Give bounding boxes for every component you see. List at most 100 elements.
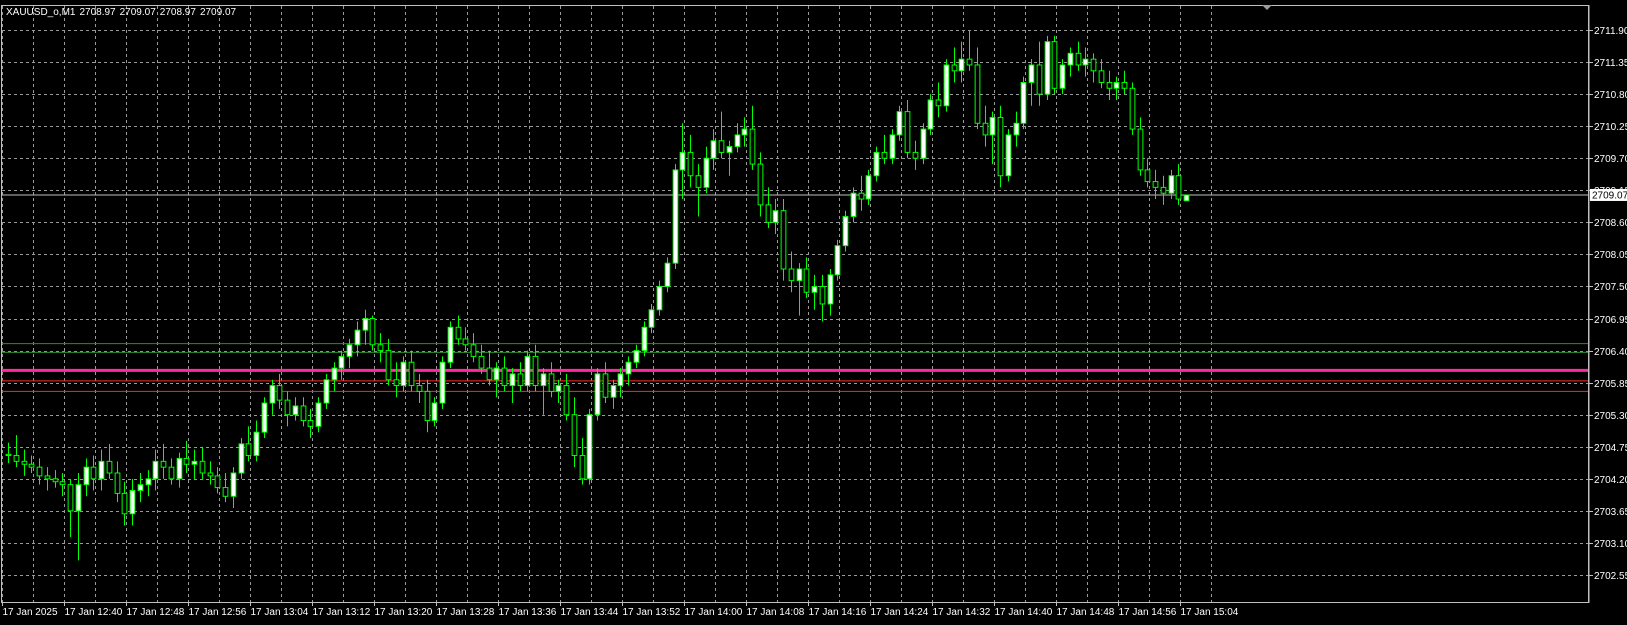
candle bbox=[1129, 82, 1136, 135]
candle-body-bull bbox=[625, 361, 632, 375]
candle-body-bear bbox=[765, 204, 772, 223]
candle-body-bear bbox=[858, 192, 865, 200]
candle-body-bear bbox=[982, 122, 989, 136]
candle-body-bull bbox=[586, 414, 593, 480]
chart-background bbox=[0, 0, 1627, 625]
candle-body-bull bbox=[524, 355, 531, 387]
candle-body-bear bbox=[912, 151, 919, 159]
candle-body-bear bbox=[183, 457, 190, 465]
price-tick-label: 2708.05 bbox=[1594, 250, 1627, 261]
candle-body-bear bbox=[803, 268, 810, 293]
candle-body-bear bbox=[199, 460, 206, 474]
candle bbox=[672, 164, 679, 269]
candle-body-bull bbox=[98, 460, 105, 480]
candle-body-bear bbox=[67, 484, 74, 512]
candle-body-bull bbox=[703, 157, 710, 188]
time-tick-label: 17 Jan 14:56 bbox=[1119, 607, 1177, 618]
time-tick-label: 17 Jan 14:00 bbox=[685, 607, 743, 618]
price-tick-label: 2705.30 bbox=[1594, 411, 1627, 422]
candle bbox=[1183, 194, 1190, 202]
candle-body-bull bbox=[726, 146, 733, 153]
candle-body-bull bbox=[1183, 194, 1190, 202]
candle-body-bear bbox=[1144, 169, 1151, 183]
candle-body-bull bbox=[323, 379, 330, 404]
current-price-marker: 2709.07 bbox=[1590, 188, 1627, 201]
candle-body-bull bbox=[958, 58, 965, 72]
time-tick-label: 17 Jan 13:28 bbox=[437, 607, 495, 618]
candle-body-bear bbox=[966, 58, 973, 66]
candle-body-bull bbox=[1005, 134, 1012, 177]
candle bbox=[1005, 129, 1012, 182]
candle-body-bear bbox=[695, 175, 702, 188]
time-tick-label: 17 Jan 12:56 bbox=[189, 607, 247, 618]
candle-body-bull bbox=[796, 268, 803, 282]
candle-body-bear bbox=[974, 64, 981, 124]
price-tick-label: 2704.20 bbox=[1594, 475, 1627, 486]
candle-body-bull bbox=[734, 134, 741, 148]
price-tick-label: 2702.55 bbox=[1594, 571, 1627, 582]
time-tick-label: 17 Jan 13:52 bbox=[623, 607, 681, 618]
candle-body-bull bbox=[865, 175, 872, 200]
candle-body-bear bbox=[59, 481, 66, 486]
candle-body-bear bbox=[1160, 186, 1167, 194]
candle bbox=[586, 408, 593, 485]
candle-body-bear bbox=[1121, 81, 1128, 89]
candle-body-bear bbox=[455, 326, 462, 340]
candle bbox=[1051, 35, 1058, 95]
candle bbox=[1044, 35, 1051, 100]
candle-body-bull bbox=[315, 402, 322, 427]
candle-body-bear bbox=[1129, 87, 1136, 130]
candle-body-bear bbox=[1137, 128, 1144, 171]
price-tick-label: 2707.50 bbox=[1594, 282, 1627, 293]
time-tick-label: 17 Jan 12:40 bbox=[65, 607, 123, 618]
candle-body-bull bbox=[145, 478, 152, 486]
candle-body-bull bbox=[269, 385, 276, 404]
candle-body-bull bbox=[827, 274, 834, 305]
candle bbox=[594, 368, 601, 421]
candlestick-chart[interactable]: 2711.90 2711.35 2710.80 2710.25 2709.70 2709.… bbox=[0, 0, 1627, 625]
candle-body-bull bbox=[354, 329, 361, 346]
candle-body-bear bbox=[369, 318, 376, 346]
time-tick-label: 17 Jan 14:32 bbox=[933, 607, 991, 618]
candle-body-bull bbox=[664, 262, 671, 287]
candle-body-bull bbox=[1028, 64, 1035, 83]
candle-body-bear bbox=[307, 420, 314, 427]
price-tick-label: 2706.95 bbox=[1594, 315, 1627, 326]
price-tick-label: 2710.25 bbox=[1594, 122, 1627, 133]
candle-body-bear bbox=[36, 466, 43, 477]
candle-body-bull bbox=[641, 326, 648, 352]
candle-body-bull bbox=[447, 326, 454, 363]
candle-body-bear bbox=[21, 460, 28, 465]
candle bbox=[439, 356, 446, 409]
candle-body-bear bbox=[1090, 58, 1097, 72]
candle-body-bear bbox=[284, 399, 291, 416]
candle-body-bull bbox=[772, 210, 779, 223]
candle-body-bear bbox=[881, 151, 888, 159]
candle-body-bull bbox=[431, 402, 438, 422]
open-value: 2708.97 bbox=[79, 7, 116, 18]
candle-body-bear bbox=[1036, 64, 1043, 95]
candle-body-bull bbox=[927, 99, 934, 130]
candle-body-bull bbox=[610, 385, 617, 398]
candle-body-bear bbox=[687, 151, 694, 177]
symbol-ohlc-header: XAUUSD_o,M1 2708.97 2709.07 2708.97 2709.07 bbox=[6, 7, 240, 18]
candle-body-bear bbox=[160, 460, 167, 468]
candle-body-bull bbox=[834, 245, 841, 276]
candle-body-bull bbox=[594, 373, 601, 416]
low-value: 2708.97 bbox=[159, 7, 196, 18]
candle-body-bear bbox=[1051, 41, 1058, 89]
candle-body-bear bbox=[214, 475, 221, 489]
candle-body-bull bbox=[137, 484, 144, 491]
candle-body-bear bbox=[501, 367, 508, 387]
candle-body-bull bbox=[338, 355, 345, 369]
candle-body-bull bbox=[811, 285, 818, 293]
time-tick-label: 17 Jan 14:08 bbox=[747, 607, 805, 618]
candle-body-bull bbox=[873, 151, 880, 177]
candle-body-bull bbox=[176, 457, 183, 480]
candle-body-bear bbox=[1075, 52, 1082, 66]
time-tick-label: 17 Jan 14:48 bbox=[1057, 607, 1115, 618]
candle-body-bear bbox=[819, 285, 826, 305]
candle-body-bull bbox=[656, 285, 663, 311]
price-tick-label: 2705.85 bbox=[1594, 379, 1627, 390]
candle-body-bull bbox=[83, 466, 90, 486]
